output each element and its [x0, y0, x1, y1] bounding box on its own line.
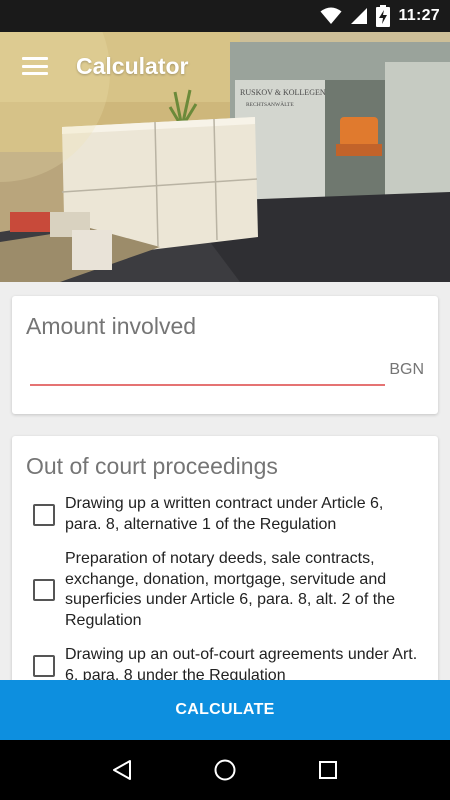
system-nav-bar [0, 740, 450, 800]
amount-input[interactable] [30, 354, 385, 386]
recents-square-icon [319, 761, 338, 779]
section-title: Out of court proceedings [26, 453, 278, 479]
option-written-contract[interactable]: Drawing up a written contract under Arti… [12, 494, 438, 535]
office-sign-line2: RECHTSANWÄLTE [246, 101, 294, 108]
status-time: 11:27 [398, 7, 440, 24]
amount-label: Amount involved [26, 313, 197, 339]
app-toolbar: Calculator [0, 32, 450, 102]
checkbox[interactable] [33, 579, 55, 601]
battery-charging-icon [376, 5, 391, 27]
home-button[interactable] [205, 750, 245, 790]
status-icons: 11:27 [320, 0, 440, 32]
currency-label: BGN [389, 361, 424, 378]
option-label: Preparation of notary deeds, sale contra… [65, 550, 395, 629]
signal-icon [351, 8, 368, 24]
checkbox[interactable] [33, 503, 55, 526]
wifi-icon [320, 7, 342, 24]
hamburger-menu-icon[interactable] [22, 54, 48, 78]
back-triangle-icon [112, 760, 131, 780]
checkbox[interactable] [33, 654, 55, 677]
calculate-button[interactable]: CALCULATE [0, 680, 450, 740]
recents-button[interactable] [308, 750, 348, 790]
status-bar: 11:27 [0, 0, 450, 32]
amount-card: Amount involved BGN [12, 296, 438, 414]
back-button[interactable] [102, 750, 142, 790]
options-list: Drawing up a written contract under Arti… [12, 494, 438, 700]
option-label: Drawing up a written contract under Arti… [65, 495, 384, 533]
option-notary-deeds[interactable]: Preparation of notary deeds, sale contra… [12, 549, 438, 631]
app-title: Calculator [76, 53, 189, 79]
home-circle-icon [214, 759, 236, 781]
